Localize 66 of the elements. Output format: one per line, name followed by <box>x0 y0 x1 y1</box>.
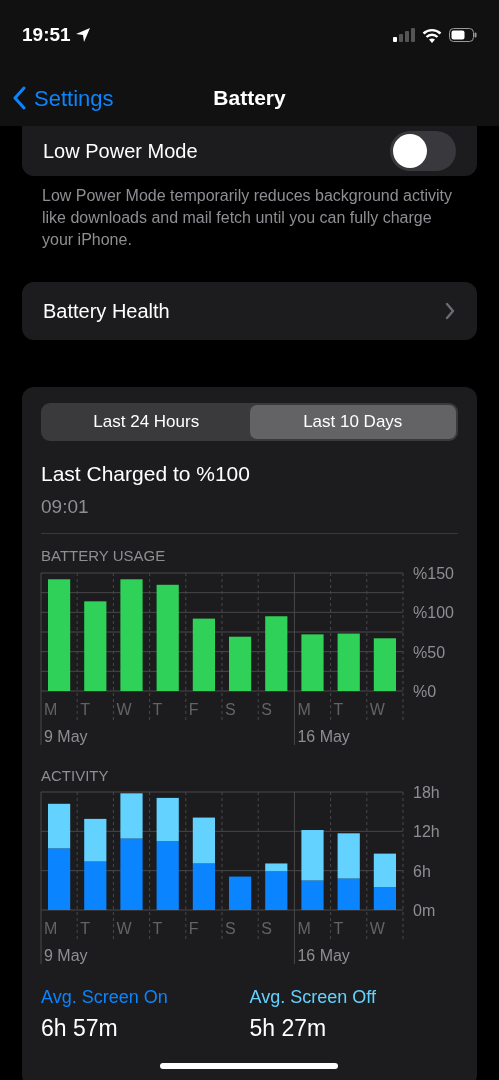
average-value: 5h 27m <box>249 1014 328 1043</box>
bar <box>373 637 396 691</box>
x-axis-label: W <box>116 700 132 718</box>
x-axis-label: W <box>369 920 385 937</box>
bar <box>192 863 215 910</box>
average-label: Avg. Screen Off <box>249 986 377 1009</box>
date-label: 16 May <box>297 727 350 745</box>
segment-tab[interactable]: Last 10 Days <box>249 405 456 439</box>
average-value: 6h 57m <box>41 1014 119 1043</box>
last-charged-title: Last Charged to %100 <box>41 461 251 487</box>
y-axis-label: 6h <box>413 862 431 880</box>
y-axis-label: 0m <box>413 902 436 919</box>
date-label: 9 May <box>44 947 88 964</box>
date-label: 16 May <box>297 947 350 964</box>
chart-title: ACTIVITY <box>41 765 110 786</box>
last-charged-time: 09:01 <box>41 494 90 519</box>
bar <box>229 636 252 691</box>
y-axis-label: %0 <box>413 682 437 700</box>
signal-icon <box>393 28 415 42</box>
segment-tab[interactable]: Last 24 Hours <box>43 405 250 439</box>
average-label: Avg. Screen On <box>41 986 169 1009</box>
y-axis-label: 12h <box>413 823 440 841</box>
x-axis-label: M <box>297 920 311 937</box>
y-axis-label: %100 <box>413 603 454 621</box>
x-axis-label: W <box>369 700 385 718</box>
bar <box>48 803 71 849</box>
x-axis-label: T <box>152 700 163 718</box>
x-axis-label: T <box>80 920 90 937</box>
row-label: Low Power Mode <box>43 139 198 164</box>
chevron-right-icon <box>445 302 455 320</box>
bar <box>84 818 107 862</box>
chart-title: BATTERY USAGE <box>41 546 167 566</box>
x-axis-label: S <box>225 920 236 937</box>
y-axis-label: 18h <box>413 784 440 801</box>
location-arrow-icon <box>74 27 91 43</box>
toggle-switch[interactable] <box>390 131 456 171</box>
bar <box>84 861 107 910</box>
x-axis-label: S <box>225 700 236 718</box>
x-axis-label: M <box>297 700 311 718</box>
bar <box>48 848 71 910</box>
footnote-text: Low Power Mode temporarily reduces background activity like downloads and mail fetch until you can fully charge your iPhone. <box>41 186 453 250</box>
battery-health-row[interactable]: Battery Health <box>22 282 477 340</box>
battery-icon <box>449 28 477 42</box>
back-button[interactable]: Settings <box>0 81 114 115</box>
x-axis-label: S <box>261 920 272 937</box>
x-axis-label: T <box>152 920 163 937</box>
x-axis-label: T <box>333 700 344 718</box>
x-axis-label: S <box>261 700 272 718</box>
x-axis-label: M <box>44 920 58 937</box>
bar <box>301 633 324 691</box>
bar <box>192 817 215 864</box>
bar <box>337 633 360 691</box>
chevron-left-icon <box>12 86 26 110</box>
status-time: 19:51 <box>22 22 71 47</box>
x-axis-label: F <box>188 700 199 718</box>
y-axis-label: %150 <box>413 564 454 582</box>
x-axis-label: T <box>333 920 344 937</box>
y-axis-label: %50 <box>413 643 446 661</box>
wifi-icon <box>422 27 442 43</box>
page-title: Battery <box>213 85 286 112</box>
x-axis-label: F <box>188 920 199 937</box>
date-label: 9 May <box>44 727 88 745</box>
x-axis-label: T <box>80 700 90 718</box>
x-axis-label: M <box>44 700 58 718</box>
bar <box>229 876 252 910</box>
x-axis-label: W <box>116 920 132 937</box>
